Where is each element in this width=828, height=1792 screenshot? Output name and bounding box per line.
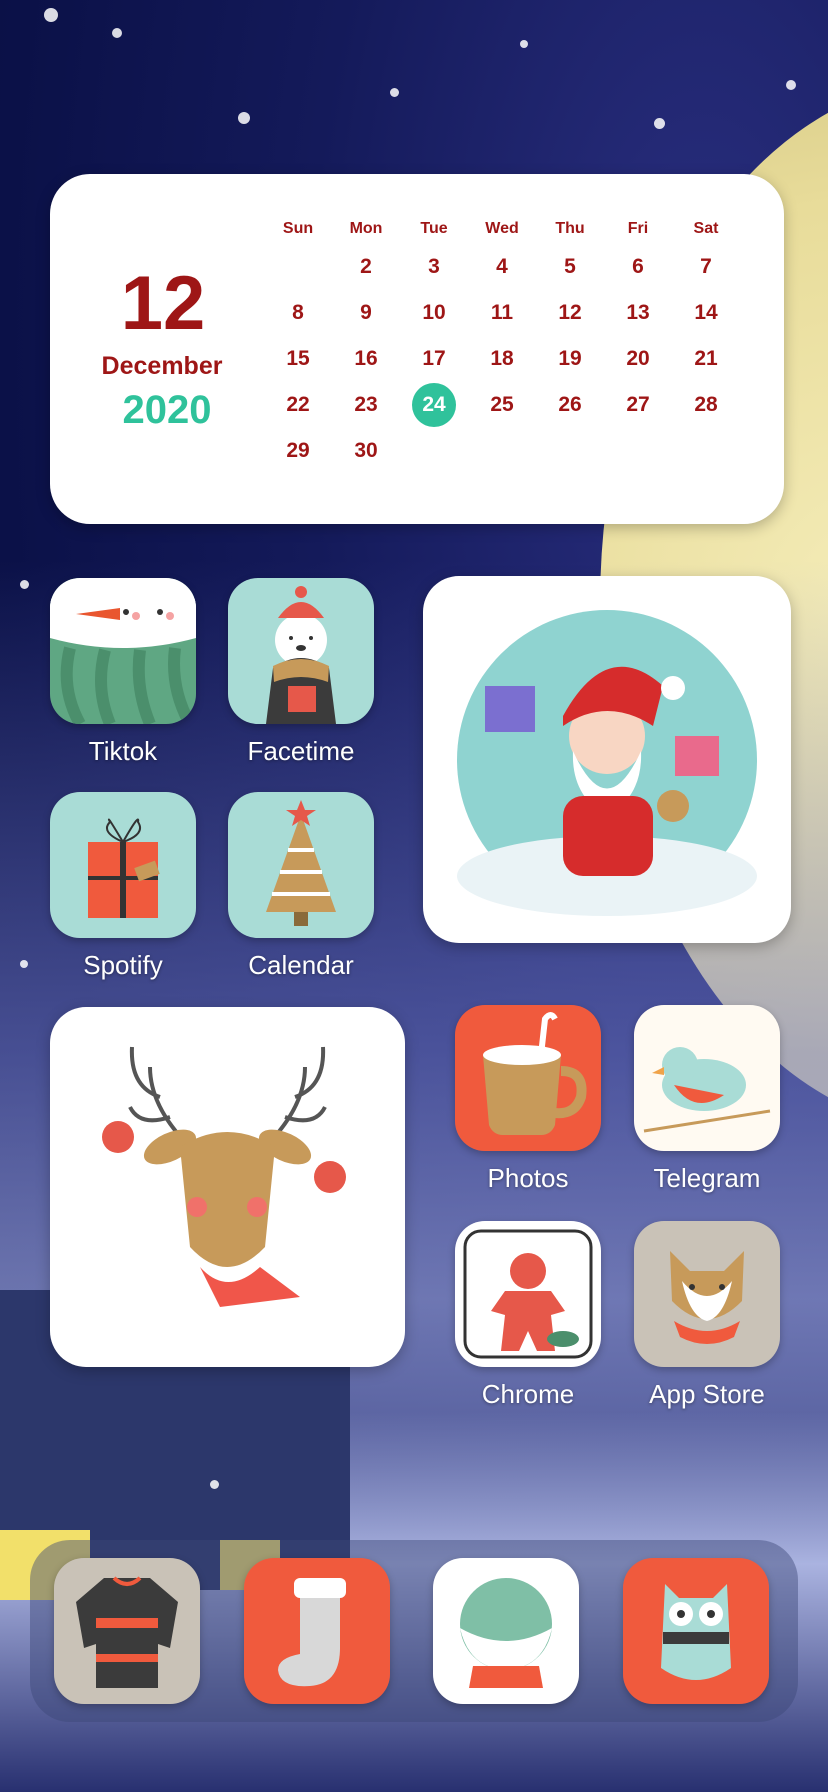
app-telegram[interactable]: Telegram bbox=[634, 1005, 780, 1194]
santa-widget[interactable] bbox=[423, 576, 791, 943]
bird-icon[interactable] bbox=[634, 1005, 780, 1151]
calendar-date[interactable]: 22 bbox=[264, 382, 332, 428]
stocking-icon[interactable] bbox=[244, 1558, 390, 1704]
calendar-date[interactable]: 30 bbox=[332, 428, 400, 474]
calendar-date[interactable]: 17 bbox=[400, 336, 468, 382]
dock bbox=[30, 1540, 798, 1722]
app-spotify[interactable]: Spotify bbox=[50, 792, 196, 981]
calendar-date bbox=[536, 428, 604, 474]
calendar-date[interactable]: 25 bbox=[468, 382, 536, 428]
calendar-week: 22 23 24 25 26 27 28 bbox=[264, 382, 764, 428]
weekday-label: Fri bbox=[627, 220, 649, 237]
owl-icon[interactable] bbox=[623, 1558, 769, 1704]
calendar-date-today[interactable]: 24 bbox=[400, 382, 468, 428]
calendar-date[interactable]: 20 bbox=[604, 336, 672, 382]
calendar-date[interactable]: 27 bbox=[604, 382, 672, 428]
calendar-grid: Sun Mon Tue Wed Thu Fri Sat 2 3 4 5 6 7 8 9 10 11… bbox=[264, 214, 764, 474]
weekday-label: Sat bbox=[693, 220, 719, 237]
weekday-header: Sun Mon Tue Wed Thu Fri Sat bbox=[264, 214, 764, 244]
calendar-date[interactable]: 2 bbox=[332, 244, 400, 290]
app-label: Tiktok bbox=[88, 736, 158, 766]
weekday-label: Thu bbox=[555, 220, 585, 237]
calendar-year: 2020 bbox=[122, 388, 212, 432]
calendar-date[interactable]: 4 bbox=[468, 244, 536, 290]
weekday-label: Mon bbox=[349, 220, 383, 237]
app-label: Facetime bbox=[247, 736, 355, 766]
calendar-date[interactable]: 29 bbox=[264, 428, 332, 474]
app-label: App Store bbox=[649, 1379, 765, 1409]
calendar-week: 15 16 17 18 19 20 21 bbox=[264, 336, 764, 382]
weekday-label: Wed bbox=[485, 220, 519, 237]
calendar-date[interactable]: 11 bbox=[468, 290, 536, 336]
calendar-date[interactable]: 21 bbox=[672, 336, 740, 382]
calendar-date bbox=[264, 244, 332, 290]
reindeer-icon bbox=[102, 1046, 346, 1307]
app-photos[interactable]: Photos bbox=[455, 1005, 601, 1194]
weekday-label: Sun bbox=[282, 220, 314, 237]
calendar-date[interactable]: 15 bbox=[264, 336, 332, 382]
app-label: Spotify bbox=[83, 950, 163, 980]
calendar-date[interactable]: 14 bbox=[672, 290, 740, 336]
app-appstore[interactable]: App Store bbox=[634, 1221, 780, 1410]
calendar-date[interactable]: 10 bbox=[400, 290, 468, 336]
calendar-month: December bbox=[101, 352, 223, 380]
calendar-date[interactable]: 12 bbox=[536, 290, 604, 336]
calendar-date[interactable]: 18 bbox=[468, 336, 536, 382]
app-label: Calendar bbox=[248, 950, 354, 980]
calendar-date bbox=[604, 428, 672, 474]
app-label: Chrome bbox=[481, 1379, 575, 1409]
calendar-week: 8 9 10 11 12 13 14 bbox=[264, 290, 764, 336]
fox-icon[interactable] bbox=[634, 1221, 780, 1367]
hot-cocoa-icon[interactable] bbox=[455, 1005, 601, 1151]
app-label: Photos bbox=[487, 1163, 569, 1193]
app-label: Telegram bbox=[653, 1163, 761, 1193]
app-facetime[interactable]: Facetime bbox=[228, 578, 374, 767]
snowman-icon[interactable] bbox=[50, 578, 196, 724]
calendar-date[interactable]: 7 bbox=[672, 244, 740, 290]
calendar-date[interactable]: 23 bbox=[332, 382, 400, 428]
calendar-date[interactable]: 13 bbox=[604, 290, 672, 336]
sweater-icon[interactable] bbox=[54, 1558, 200, 1704]
calendar-date[interactable]: 8 bbox=[264, 290, 332, 336]
calendar-date[interactable]: 19 bbox=[536, 336, 604, 382]
calendar-weeks: 2 3 4 5 6 7 8 9 10 11 12 13 14 15 16 17 18 19 20 21 22 23 24 25… bbox=[264, 244, 764, 474]
calendar-date[interactable]: 6 bbox=[604, 244, 672, 290]
calendar-date[interactable]: 28 bbox=[672, 382, 740, 428]
calendar-date[interactable]: 5 bbox=[536, 244, 604, 290]
app-calendar[interactable]: Calendar bbox=[228, 792, 374, 981]
calendar-date bbox=[468, 428, 536, 474]
gingerbread-icon[interactable] bbox=[455, 1221, 601, 1367]
reindeer-widget[interactable] bbox=[50, 1007, 405, 1367]
snowglobe-icon[interactable] bbox=[433, 1558, 579, 1704]
calendar-date bbox=[672, 428, 740, 474]
calendar-date[interactable]: 26 bbox=[536, 382, 604, 428]
calendar-week: 29 30 bbox=[264, 428, 764, 474]
calendar-date[interactable]: 16 bbox=[332, 336, 400, 382]
calendar-date[interactable]: 9 bbox=[332, 290, 400, 336]
app-chrome[interactable]: Chrome bbox=[455, 1221, 601, 1410]
calendar-widget[interactable]: 12 December 2020 Sun Mon Tue Wed Thu Fri… bbox=[50, 174, 784, 524]
calendar-date[interactable]: 3 bbox=[400, 244, 468, 290]
santa-icon bbox=[457, 610, 757, 916]
christmas-tree-icon[interactable] bbox=[228, 792, 374, 938]
calendar-date bbox=[400, 428, 468, 474]
polar-bear-icon[interactable] bbox=[228, 578, 374, 724]
app-tiktok[interactable]: Tiktok bbox=[50, 578, 196, 767]
calendar-week: 234567 bbox=[264, 244, 764, 290]
gift-box-icon[interactable] bbox=[50, 792, 196, 938]
calendar-day: 12 bbox=[120, 261, 206, 346]
weekday-label: Tue bbox=[420, 220, 448, 237]
